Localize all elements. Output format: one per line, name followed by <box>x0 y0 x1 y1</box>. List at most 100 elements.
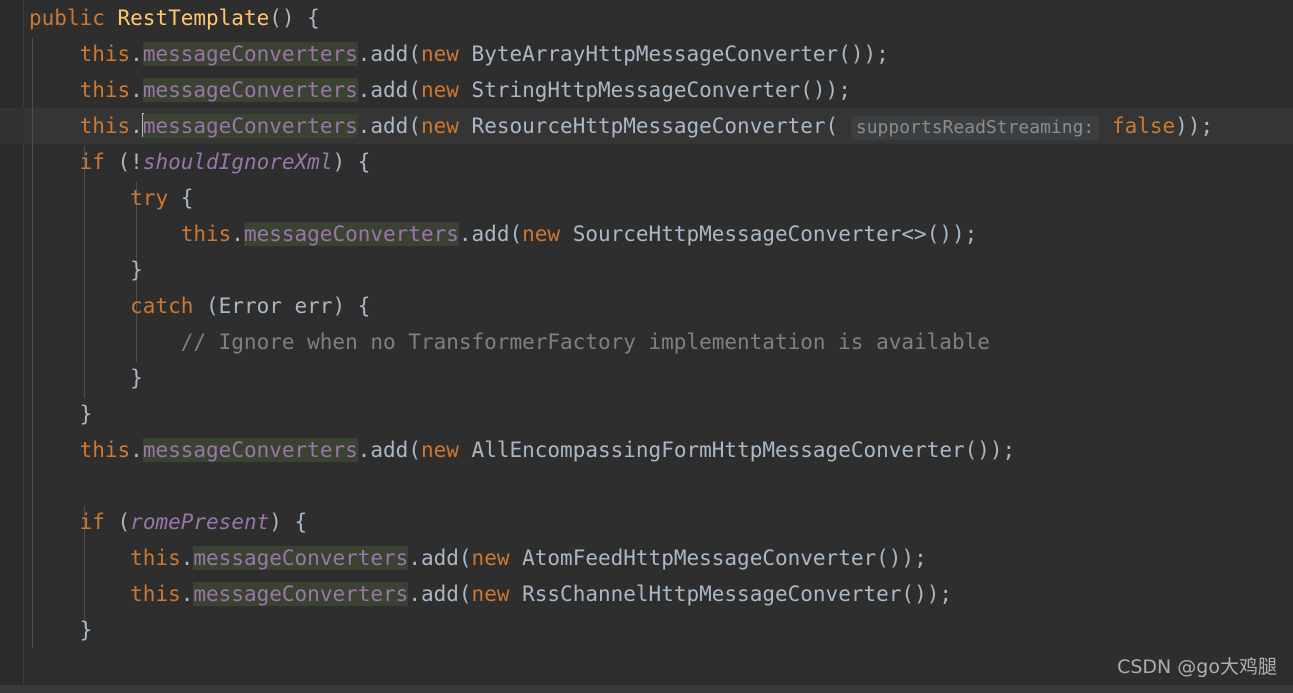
code-token-kw: public <box>29 6 105 30</box>
code-token-kw: new <box>471 546 510 570</box>
code-token-fldh: messageConverters <box>142 78 358 102</box>
code-line-current[interactable]: this.messageConverters.add(new ResourceH… <box>0 108 1293 144</box>
code-token-pun: } <box>130 258 143 282</box>
code-line-text: this.messageConverters.add(new SourceHtt… <box>25 216 977 252</box>
code-line-text: } <box>25 360 143 396</box>
code-token-pun: . <box>180 546 194 570</box>
code-token-cls: StringHttpMessageConverter()); <box>458 78 851 102</box>
code-token-pun <box>105 6 118 30</box>
code-token-pun: } <box>130 366 143 390</box>
code-token-mdecl: RestTemplate <box>117 6 270 30</box>
code-token-pun: (! <box>104 150 143 174</box>
code-token-cls: AllEncompassingFormHttpMessageConverter(… <box>458 438 1016 462</box>
code-line[interactable]: public RestTemplate() { <box>25 0 1293 36</box>
code-line[interactable]: } <box>25 612 1293 648</box>
code-token-pun: .add( <box>357 438 421 462</box>
code-token-pun: ) { <box>269 510 308 534</box>
code-token-fld: shouldIgnoreXml <box>142 150 333 174</box>
code-token-fld: romePresent <box>130 510 270 534</box>
code-token-kw: this <box>130 582 181 606</box>
code-token-kw: this <box>79 114 131 138</box>
code-token-pun: .add( <box>408 582 472 606</box>
code-line[interactable]: this.messageConverters.add(new AllEncomp… <box>25 432 1293 468</box>
code-token-pun: .add( <box>458 222 523 246</box>
code-token-pun: .add( <box>357 114 421 138</box>
code-token-bool: false <box>1111 114 1176 138</box>
code-line[interactable]: this.messageConverters.add(new SourceHtt… <box>25 216 1293 252</box>
code-token-pun: } <box>79 402 93 426</box>
code-token-hint: supportsReadStreaming: <box>850 116 1100 140</box>
code-line[interactable]: catch (Error err) { <box>25 288 1293 324</box>
code-token-kw: this <box>79 438 131 462</box>
code-line-text: public RestTemplate() { <box>25 0 320 36</box>
code-token-cls: ResourceHttpMessageConverter( <box>458 114 839 138</box>
code-token-pun: { <box>168 186 194 210</box>
code-token-kw: if <box>79 150 105 174</box>
code-line-text: } <box>25 612 93 648</box>
code-token-pun: ( <box>104 510 131 534</box>
code-token-pun <box>838 114 851 138</box>
code-token-pun: . <box>180 582 194 606</box>
code-editor[interactable]: public RestTemplate() { this.messageConv… <box>0 0 1293 693</box>
editor-gutter[interactable] <box>0 0 24 693</box>
code-line-text: if (!shouldIgnoreXml) { <box>25 144 371 180</box>
code-token-pun: .add( <box>357 42 421 66</box>
code-token-pun: . <box>130 438 143 462</box>
code-line-text: if (romePresent) { <box>25 504 308 540</box>
code-line[interactable]: this.messageConverters.add(new ByteArray… <box>25 36 1293 72</box>
code-token-pun: ) { <box>332 150 371 174</box>
code-line[interactable]: this.messageConverters.add(new AtomFeedH… <box>25 540 1293 576</box>
code-token-kw: try <box>130 186 169 210</box>
code-token-pun: . <box>130 78 143 102</box>
code-line-text: this.messageConverters.add(new AllEncomp… <box>25 432 1015 468</box>
code-token-cmt: // Ignore when no TransformerFactory imp… <box>180 330 990 354</box>
code-line[interactable]: this.messageConverters.add(new StringHtt… <box>25 72 1293 108</box>
code-token-pun: } <box>79 618 93 642</box>
code-line[interactable]: if (!shouldIgnoreXml) { <box>25 144 1293 180</box>
code-token-pun <box>1099 114 1112 138</box>
code-line[interactable]: } <box>25 252 1293 288</box>
code-line[interactable]: try { <box>25 180 1293 216</box>
code-token-kw: this <box>79 78 131 102</box>
code-line-text: } <box>25 396 93 432</box>
code-line[interactable]: // Ignore when no TransformerFactory imp… <box>25 324 1293 360</box>
code-content[interactable]: public RestTemplate() { this.messageConv… <box>0 0 1293 685</box>
csdn-watermark: CSDN @go大鸡腿 <box>1117 656 1277 678</box>
code-line[interactable]: if (romePresent) { <box>25 504 1293 540</box>
code-line[interactable]: this.messageConverters.add(new RssChanne… <box>25 576 1293 612</box>
code-token-pun: .add( <box>408 546 472 570</box>
code-token-kw: new <box>420 438 459 462</box>
code-line-text: this.messageConverters.add(new AtomFeedH… <box>25 540 927 576</box>
code-token-kw: new <box>522 222 561 246</box>
code-line-text: this.messageConverters.add(new StringHtt… <box>25 72 851 108</box>
code-token-fldh: messageConverters <box>142 438 358 462</box>
code-token-pun: () { <box>269 6 320 30</box>
code-token-pun: . <box>231 222 244 246</box>
editor-bottom-bar <box>0 685 1293 693</box>
code-token-cls: AtomFeedHttpMessageConverter()); <box>509 546 927 570</box>
code-token-kw: this <box>180 222 232 246</box>
code-token-kw: this <box>130 546 181 570</box>
code-token-fldh: messageConverters <box>193 582 409 606</box>
code-line[interactable]: } <box>25 396 1293 432</box>
code-line-text: this.messageConverters.add(new RssChanne… <box>25 576 952 612</box>
code-line[interactable]: } <box>25 360 1293 396</box>
code-line[interactable] <box>25 468 1293 504</box>
code-token-pun: .add( <box>357 78 421 102</box>
code-line-text: catch (Error err) { <box>25 288 370 324</box>
